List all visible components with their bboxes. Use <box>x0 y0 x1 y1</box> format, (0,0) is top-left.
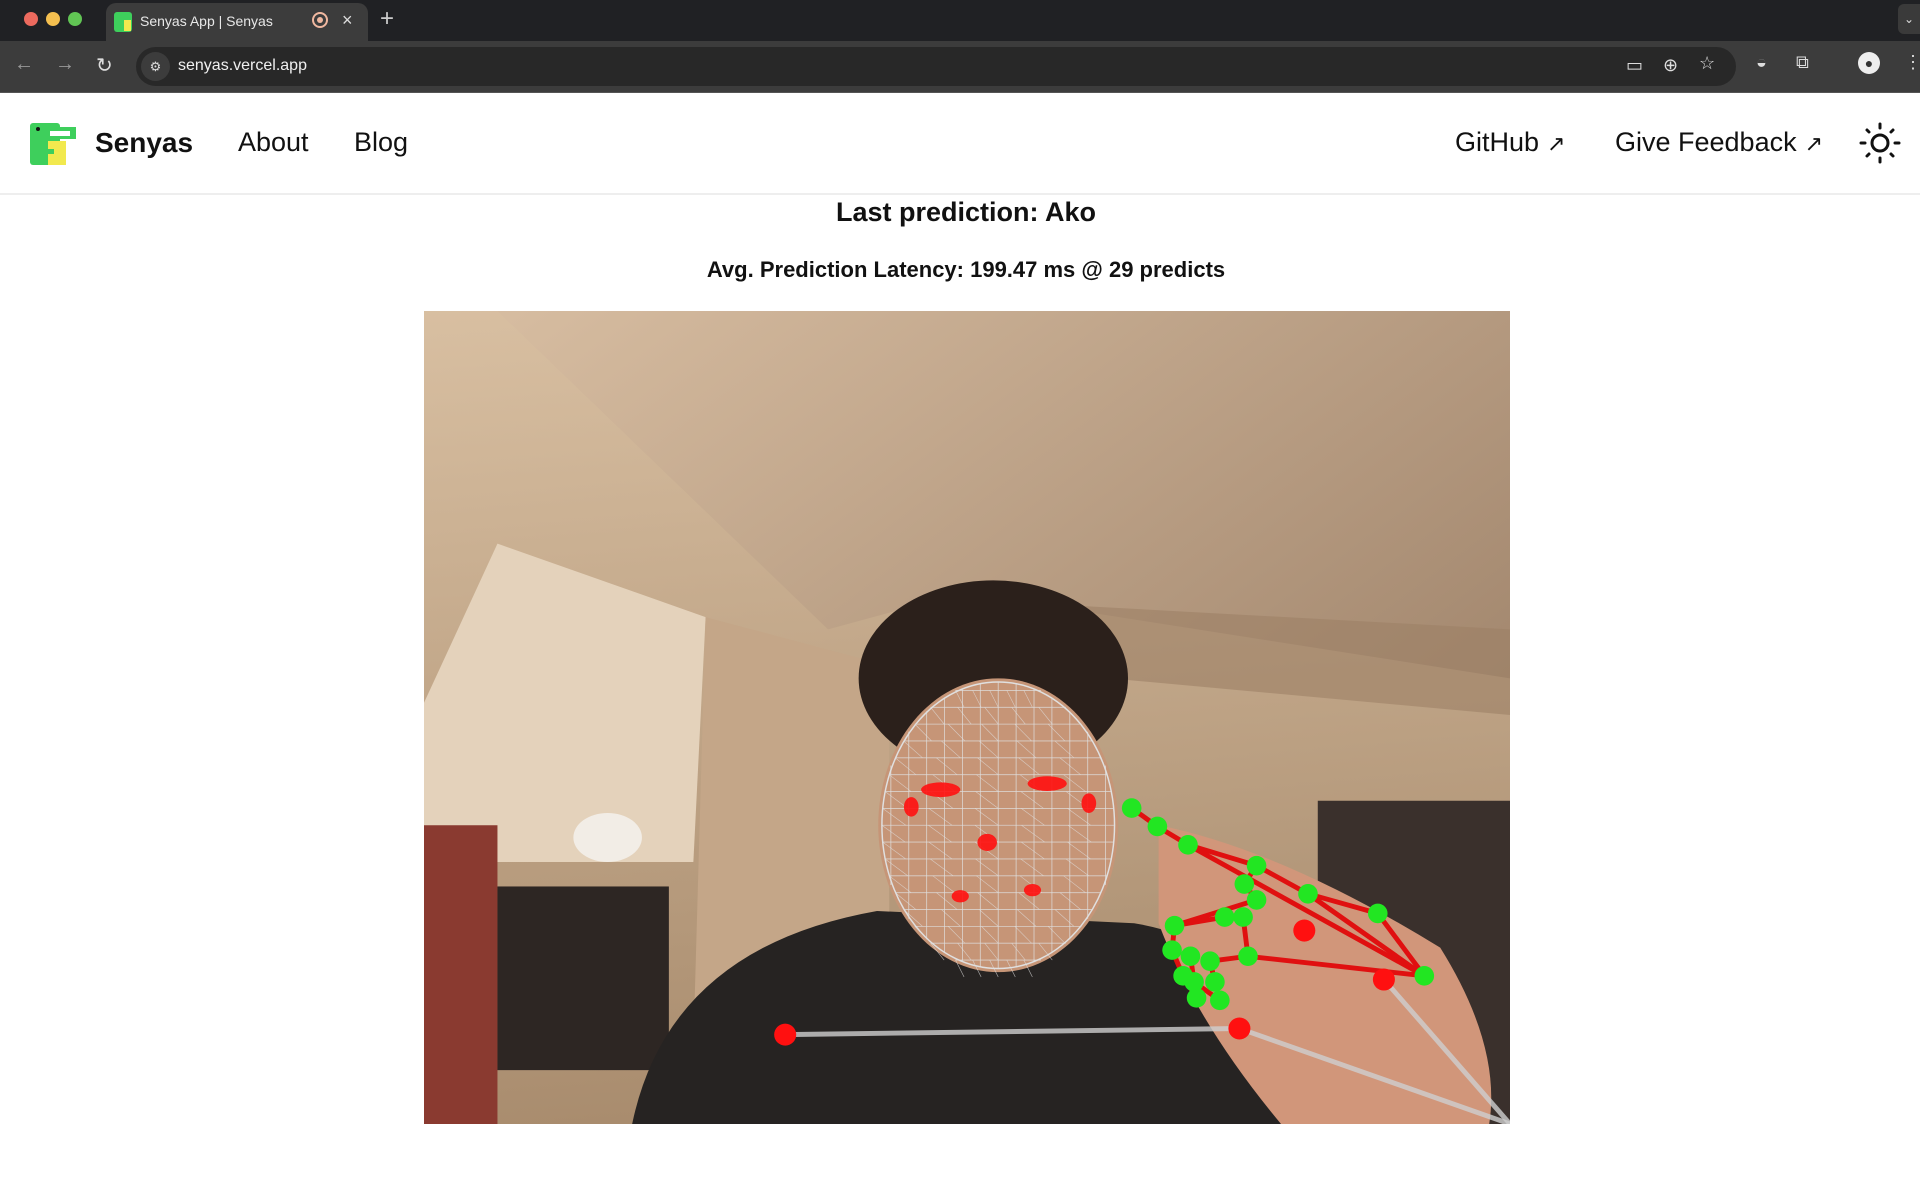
nav-about[interactable]: About <box>238 127 309 158</box>
hand-keypoint <box>1121 798 1142 818</box>
tab-title: Senyas App | Senyas <box>140 13 273 29</box>
url-text[interactable]: senyas.vercel.app <box>178 57 307 75</box>
back-arrow-icon[interactable]: ← <box>14 53 34 76</box>
browser-tab[interactable]: Senyas App | Senyas × <box>106 3 368 41</box>
zoom-icon[interactable]: ⊕ <box>1663 55 1678 76</box>
hand-keypoint <box>1233 907 1253 927</box>
nav-blog[interactable]: Blog <box>354 127 408 158</box>
menu-kebab-icon[interactable]: ⋮ <box>1904 52 1920 73</box>
hand-keypoint <box>1164 915 1185 936</box>
forward-arrow-icon[interactable]: → <box>55 53 75 76</box>
webcam-canvas <box>424 311 1510 1124</box>
hand-keypoint <box>1147 816 1168 837</box>
hand-keypoint <box>1162 940 1182 960</box>
extensions-puzzle-icon[interactable]: ⧉ <box>1796 52 1809 73</box>
address-bar[interactable]: ⚙ senyas.vercel.app ▭ ⊕ ☆ <box>136 47 1736 86</box>
nav-give-feedback[interactable]: Give Feedback ↗ <box>1615 127 1823 158</box>
prediction-latency: Avg. Prediction Latency: 199.47 ms @ 29 … <box>706 257 1226 282</box>
minimize-window-button[interactable] <box>46 12 60 26</box>
external-link-icon: ↗ <box>1804 131 1824 156</box>
hand-keypoint <box>1205 972 1225 992</box>
webcam-feed <box>424 311 1510 1124</box>
close-tab-button[interactable]: × <box>342 10 353 31</box>
site-settings-icon[interactable]: ⚙ <box>141 52 170 81</box>
browser-toolbar: ← → ↻ ⚙ senyas.vercel.app ▭ ⊕ ☆ ◒ ⧉ ● ⋮ <box>0 41 1920 93</box>
feedback-label: Give Feedback <box>1615 127 1797 157</box>
new-tab-button[interactable]: + <box>380 5 394 33</box>
hand-keypoint <box>1234 874 1255 894</box>
browser-tab-bar: Senyas App | Senyas × + ⌄ <box>0 0 1920 41</box>
site-header: Senyas About Blog GitHub ↗ Give Feedback ↗ <box>0 93 1920 195</box>
hand-keypoint <box>1180 946 1201 967</box>
brand-name[interactable]: Senyas <box>95 127 193 159</box>
face-keypoint <box>951 890 969 903</box>
pose-keypoint <box>1293 919 1316 942</box>
maximize-window-button[interactable] <box>68 12 82 26</box>
hand-keypoint <box>1210 990 1230 1011</box>
hand-keypoint <box>1367 903 1388 924</box>
extension-icon[interactable]: ◒ <box>1756 52 1767 73</box>
bookmark-star-icon[interactable]: ☆ <box>1699 53 1715 74</box>
face-keypoint <box>921 782 961 798</box>
face-keypoint <box>903 797 919 817</box>
last-prediction: Last prediction: Ako <box>835 197 1097 227</box>
hand-keypoint <box>1246 855 1267 876</box>
close-window-button[interactable] <box>24 12 38 26</box>
hand-keypoint <box>1186 988 1207 1008</box>
pose-keypoint <box>1228 1017 1251 1040</box>
nav-github[interactable]: GitHub ↗ <box>1455 127 1565 158</box>
face-keypoint <box>1023 884 1042 897</box>
hand-keypoint <box>1178 835 1198 855</box>
senyas-logo-icon[interactable] <box>28 121 80 167</box>
hand-keypoint <box>1298 884 1318 904</box>
hand-keypoint <box>1214 907 1235 927</box>
face-keypoint <box>977 833 997 851</box>
hand-keypoint <box>1238 946 1258 967</box>
face-keypoint <box>1027 776 1067 791</box>
face-keypoint <box>1081 793 1097 814</box>
hand-keypoint <box>1414 966 1435 986</box>
tab-search-chevron-icon[interactable]: ⌄ <box>1898 4 1920 34</box>
pose-keypoint <box>1372 968 1395 991</box>
github-label: GitHub <box>1455 127 1540 157</box>
pose-keypoint <box>774 1023 797 1046</box>
profile-avatar-icon[interactable]: ● <box>1858 52 1880 74</box>
camera-icon[interactable]: ▭ <box>1626 55 1643 76</box>
favicon-icon <box>114 12 132 32</box>
hand-keypoint <box>1200 951 1220 971</box>
reload-icon[interactable]: ↻ <box>96 53 113 78</box>
hand-keypoint <box>1246 890 1267 910</box>
theme-toggle-sun-icon[interactable] <box>1858 121 1902 165</box>
recording-icon <box>312 12 328 28</box>
external-link-icon: ↗ <box>1547 131 1566 156</box>
